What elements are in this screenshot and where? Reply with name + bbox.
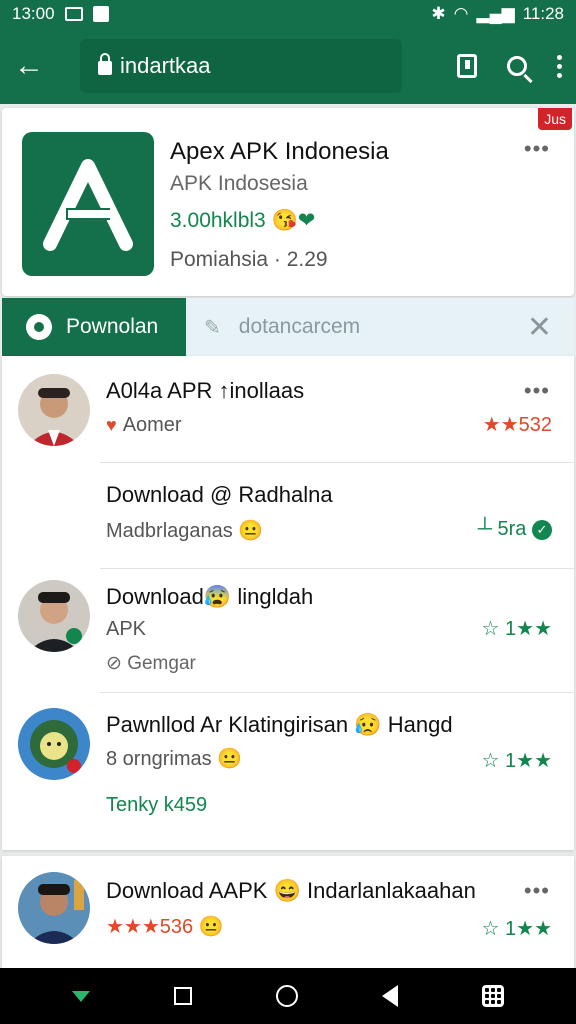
divider xyxy=(100,568,574,569)
home-icon[interactable] xyxy=(276,985,298,1007)
item-rating-right: ☆ 1★★ xyxy=(481,918,552,940)
item-status: ┴ 5ra ✓ xyxy=(478,518,552,541)
divider xyxy=(100,692,574,693)
more-horiz-icon[interactable]: ••• xyxy=(524,378,550,404)
app-price: 3.00hklbl3 😘❤ xyxy=(170,209,316,232)
browser-toolbar: ← indartkaa xyxy=(0,28,576,104)
app-badge: Jus xyxy=(538,108,572,130)
item-title: Download AAPK 😄 Indarlanlakaahan xyxy=(106,878,476,903)
item-rating: ☆ 1★★ xyxy=(481,618,552,640)
check-icon: ✓ xyxy=(532,519,552,540)
image-icon xyxy=(64,7,83,21)
pencil-icon: ✎ xyxy=(204,316,221,339)
chevron-down-icon[interactable] xyxy=(72,990,90,1002)
list-item[interactable]: Download @ Radhalna Madbrlaganas 😐 ┴ 5ra… xyxy=(2,464,574,568)
item-rating: ★★★536 😐 xyxy=(106,916,224,938)
lock-icon xyxy=(98,53,112,75)
divider xyxy=(100,462,574,463)
list-item[interactable]: Pawnllod Ar Klatingirisan 😥 Hangd 8 orng… xyxy=(2,694,574,844)
avatar xyxy=(18,708,90,780)
download-chip[interactable]: Pownolan xyxy=(2,298,186,356)
list-item[interactable]: Download AAPK 😄 Indarlanlakaahan ••• ★★★… xyxy=(2,856,574,968)
more-horiz-icon[interactable]: ••• xyxy=(524,136,550,162)
heart-icon: ♥ xyxy=(106,415,117,435)
app-header-card[interactable]: Jus ••• Apex APK Indonesia APK Indosesia… xyxy=(2,108,574,296)
recents-icon[interactable] xyxy=(174,987,192,1005)
url-bar[interactable]: indartkaa xyxy=(80,39,402,93)
status-time-right: 11:28 xyxy=(522,4,564,23)
notification-icon xyxy=(92,6,109,22)
location-pin-icon xyxy=(26,314,52,340)
app-meta: Pomiahsia · 2.29 xyxy=(170,248,328,271)
back-arrow-icon[interactable]: ← xyxy=(14,49,58,83)
more-horiz-icon[interactable]: ••• xyxy=(524,878,550,904)
result-list: A0l4a APR ↑inollaas ♥ Aomer ••• ★★532 Dow… xyxy=(2,356,574,850)
back-icon[interactable] xyxy=(382,985,398,1007)
more-vert-icon[interactable] xyxy=(557,54,562,78)
tag-icon: ⊘ xyxy=(106,653,122,674)
item-rating: ☆ 1★★ xyxy=(481,750,552,772)
item-title: Pawnllod Ar Klatingirisan 😥 Hangd xyxy=(106,712,453,737)
bluetooth-icon: ✱ xyxy=(431,4,446,23)
apps-grid-icon[interactable] xyxy=(482,985,504,1007)
status-time-left: 13:00 xyxy=(12,4,55,23)
item-subtitle: Madbrlaganas 😐 xyxy=(106,520,264,542)
item-meta: ⊘ Gemgar xyxy=(106,653,196,674)
item-subtitle: APK xyxy=(106,618,147,640)
url-text: indartkaa xyxy=(120,53,211,78)
app-subtitle: APK Indosesia xyxy=(170,172,308,195)
chip-label: Pownolan xyxy=(66,315,159,338)
filter-input-text[interactable]: dotancarcem xyxy=(239,315,360,339)
avatar xyxy=(18,580,90,652)
app-title: Apex APK Indonesia xyxy=(170,138,389,165)
search-icon[interactable] xyxy=(507,56,527,76)
item-subtitle: 8 orngrimas 😐 xyxy=(106,748,243,770)
bookmark-icon[interactable] xyxy=(457,54,477,78)
item-title: Download😰 lingldah xyxy=(106,584,314,609)
item-title: Download @ Radhalna xyxy=(106,482,333,507)
item-rating: ★★532 xyxy=(482,414,552,436)
status-bar: 13:00 ✱ ◠ ▂▄▆ 11:28 xyxy=(0,0,576,28)
system-nav-bar xyxy=(0,968,576,1024)
item-title: A0l4a APR ↑inollaas xyxy=(106,378,305,403)
app-logo xyxy=(22,132,154,276)
close-icon[interactable]: ✕ xyxy=(527,310,552,345)
list-item[interactable]: Download😰 lingldah APK ⊘ Gemgar ☆ 1★★ xyxy=(2,570,574,692)
filter-bar: Pownolan ✎ dotancarcem ✕ xyxy=(2,298,574,356)
list-item[interactable]: A0l4a APR ↑inollaas ♥ Aomer ••• ★★532 xyxy=(2,356,574,462)
item-subtitle: ♥ Aomer xyxy=(106,414,182,436)
wifi-icon: ◠ xyxy=(453,4,469,23)
avatar xyxy=(18,374,90,446)
signal-icon: ▂▄▆ xyxy=(476,4,515,23)
item-highlight: Tenky k459 xyxy=(106,794,208,816)
avatar xyxy=(18,872,90,944)
